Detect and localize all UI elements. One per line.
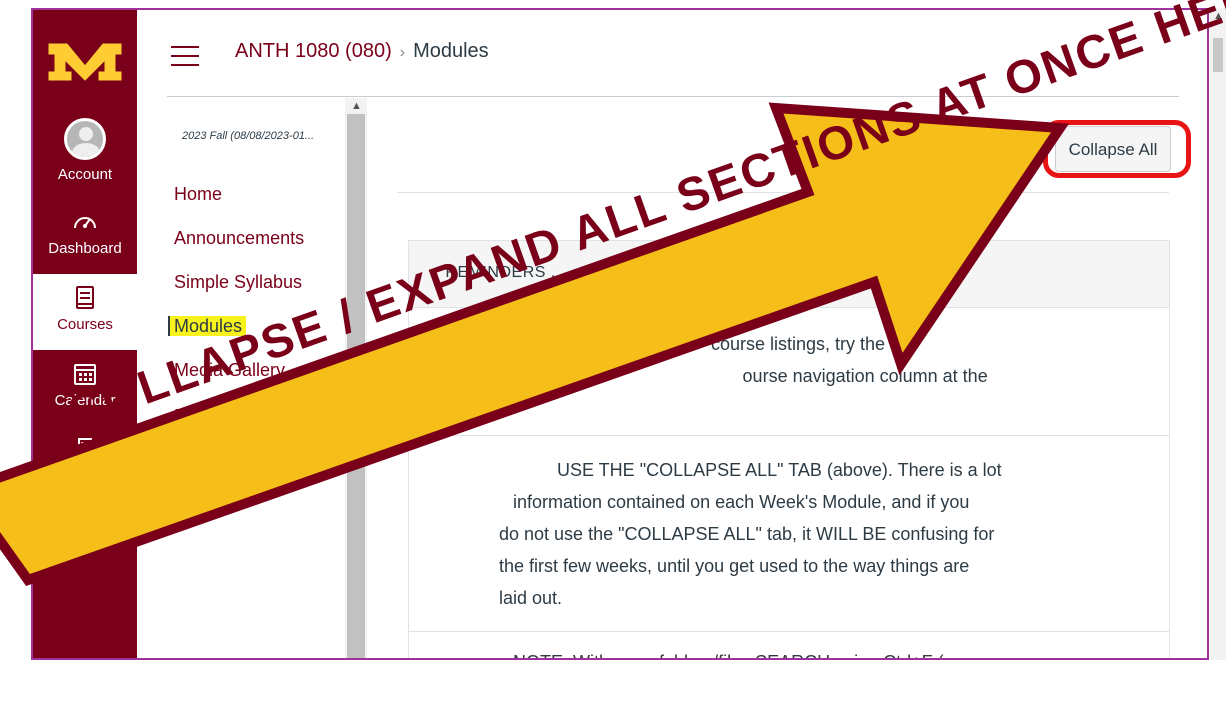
module-item[interactable]: NOTE: With open folders/files SEARCH usi… <box>409 631 1169 658</box>
global-nav-label: Courses <box>57 316 113 333</box>
module-item-text: course listings, try the <box>710 334 886 354</box>
browser-frame: Account Dashboard Courses Calendar Inbox… <box>31 8 1209 660</box>
module-item-text: information contained on each Week's Mod… <box>513 492 970 512</box>
module-item-text: laid out. <box>499 588 563 608</box>
module-item[interactable]: USE THE "COLLAPSE ALL" TAB (above). Ther… <box>409 435 1169 631</box>
module-item-text: NOTE: With open folders/files SEARCH usi… <box>513 646 1169 658</box>
course-nav-simple-syllabus[interactable]: Simple Syllabus <box>174 272 302 293</box>
global-nav-label: Inbox <box>66 468 104 485</box>
highlight-ring <box>1043 120 1191 178</box>
scrollbar-thumb[interactable] <box>1213 38 1223 72</box>
dashboard-gauge-icon <box>74 217 96 229</box>
term-label: 2023 Fall (08/08/2023-01... <box>182 130 315 142</box>
course-nav-discussions[interactable]: Di <box>174 494 191 515</box>
global-nav-label: Account <box>57 166 113 183</box>
history-clock-icon <box>73 512 97 536</box>
courses-book-icon <box>76 286 94 309</box>
breadcrumb-course-link[interactable]: ANTH 1080 (080) <box>235 40 392 62</box>
course-nav-people[interactable]: People <box>174 406 230 427</box>
breadcrumb: ANTH 1080 (080) › Modules <box>235 40 489 63</box>
module-item[interactable]: --NOTE: If course listings, try the "Si ou… <box>409 307 1169 435</box>
module-item-text: "Si <box>427 366 453 386</box>
global-nav: Account Dashboard Courses Calendar Inbox <box>33 10 137 658</box>
course-nav-namecoach[interactable]: NameCoach R <box>174 450 292 471</box>
module-item-text: ourse navigation column at the <box>742 366 988 386</box>
scrollbar-thumb[interactable] <box>347 114 365 658</box>
module-item-text: USE THE "COLLAPSE ALL" TAB (above). Ther… <box>557 460 1002 480</box>
scroll-up-icon[interactable]: ▲ <box>351 100 362 112</box>
course-nav-home[interactable]: Home <box>174 184 222 205</box>
global-nav-dashboard[interactable]: Dashboard <box>33 208 137 278</box>
module-item-text: do not use the "COLLAPSE ALL" tab, it WI… <box>499 524 995 544</box>
global-nav-label: Dashboard <box>48 240 122 257</box>
global-nav-account[interactable]: Account <box>33 118 137 188</box>
chevron-right-icon: › <box>399 44 406 61</box>
course-nav-announcements[interactable]: Announcements <box>174 228 304 249</box>
toolbar-divider <box>397 192 1169 193</box>
global-nav-courses[interactable]: Courses <box>33 274 137 350</box>
window-scrollbar[interactable]: ▲ <box>1210 8 1226 660</box>
hamburger-menu-icon[interactable] <box>171 46 199 66</box>
global-nav-history[interactable] <box>33 510 137 580</box>
inbox-icon <box>74 438 96 461</box>
university-logo[interactable] <box>47 38 123 84</box>
account-avatar-icon <box>64 118 106 160</box>
module-item-text: --NOTE: If <box>427 334 511 354</box>
breadcrumb-current-page: Modules <box>413 40 489 62</box>
course-nav-scrollbar[interactable]: ▲ <box>345 98 367 658</box>
module-reminders: ▼ REMINDERS . . . --NOTE: If course listin… <box>408 240 1170 658</box>
module-item-text: the first few weeks, until you get used … <box>499 556 970 576</box>
global-nav-inbox[interactable]: Inbox <box>33 436 137 506</box>
